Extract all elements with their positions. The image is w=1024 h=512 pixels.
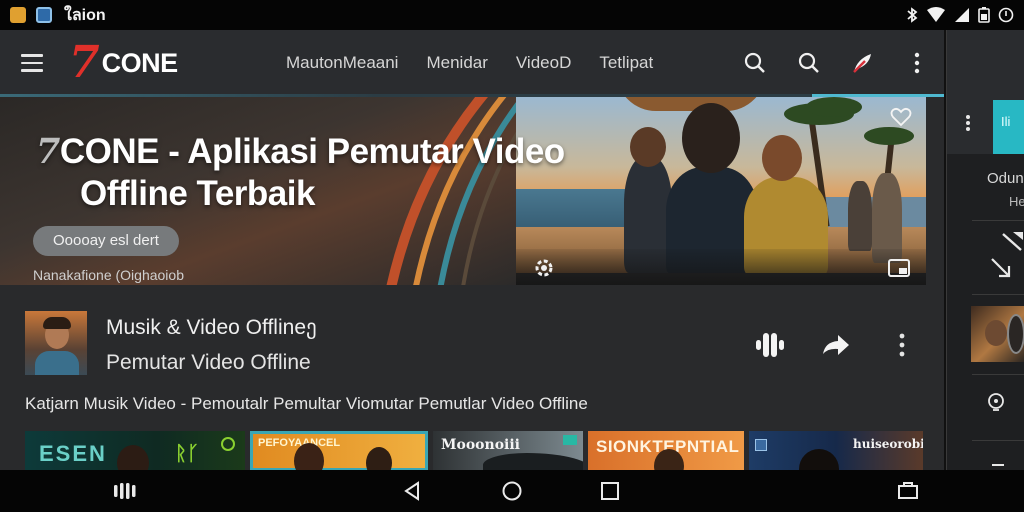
logo-mark: 7 [69, 37, 100, 88]
video-thumbnail[interactable]: Mooonoiii [433, 431, 583, 470]
hero-title-mark: 7 [36, 131, 60, 172]
playlist-description: Katjarn Musik Video - Pemoutalr Pemultar… [25, 394, 588, 413]
video-thumbnail-row: ESEN ᚱᚴ PEFOYAANCEL Mooonoiii SIONKTEPNT… [25, 431, 925, 470]
channel-avatar[interactable] [25, 311, 87, 375]
picture-in-picture-icon[interactable] [888, 259, 910, 282]
video-thumbnail[interactable]: ESEN ᚱᚴ [25, 431, 245, 470]
app-notification-icon [36, 7, 52, 23]
channel-subtitle: Pemutar Video Offline [106, 351, 311, 374]
home-icon[interactable] [482, 470, 542, 512]
feather-icon[interactable] [836, 36, 890, 90]
bluetooth-icon [906, 7, 918, 23]
window-icon[interactable] [878, 470, 938, 512]
top-nav: MautonMeaani Menidar VideoD Tetlipat [286, 30, 653, 96]
hero-controls [516, 249, 926, 285]
overview-icon[interactable] [580, 470, 640, 512]
signal-icon [954, 7, 970, 23]
share-icon[interactable] [814, 325, 858, 365]
nav-item[interactable]: Tetlipat [599, 53, 653, 73]
settings-icon[interactable] [533, 257, 555, 284]
logo-text: CONE [101, 47, 179, 78]
video-thumbnail[interactable]: PEFOYAANCEL [250, 431, 428, 470]
main-content: 7CONE - Aplikasi Pemutar Video Offline T… [0, 97, 944, 470]
app-notification-icon [10, 7, 26, 23]
nav-item[interactable]: Menidar [426, 53, 487, 73]
featured-hero[interactable]: 7CONE - Aplikasi Pemutar Video Offline T… [0, 97, 944, 285]
thumbnail-label: huiseorobie [853, 437, 923, 451]
channel-title[interactable]: Musik & Video Offlineე [106, 315, 317, 340]
heart-icon[interactable] [890, 107, 912, 132]
side-tag[interactable]: Ili [993, 100, 1024, 154]
hero-title-line2: Offline Terbaik [80, 174, 315, 213]
hero-subtitle: Nanakafione (Oighaoiob [33, 267, 184, 283]
status-title: ใลion [64, 6, 106, 24]
side-text: Odun [987, 170, 1024, 187]
hero-title: 7CONE - Aplikasi Pemutar Video Offline T… [36, 131, 676, 215]
search-icon[interactable] [728, 36, 782, 90]
side-kebab-icon[interactable] [965, 114, 971, 137]
app-logo[interactable]: 7 CONE [69, 37, 179, 88]
side-subtext: He [1009, 194, 1024, 209]
hero-title-line1: CONE - Aplikasi Pemutar Video [59, 132, 565, 171]
help-icon[interactable] [987, 392, 1005, 417]
pen-icon[interactable] [999, 230, 1024, 259]
thumbnail-label: ESEN [39, 441, 107, 466]
menu-icon[interactable] [21, 54, 43, 72]
nav-item[interactable]: MautonMeaani [286, 53, 398, 73]
audio-wave-icon[interactable] [748, 325, 792, 365]
recent-apps-icon[interactable] [96, 470, 156, 512]
hero-chip-button[interactable]: Ooooay esl dert [33, 226, 179, 256]
video-thumbnail[interactable]: huiseorobie [749, 431, 923, 470]
wifi-icon [926, 7, 946, 23]
status-bar: ใลion [0, 0, 1024, 30]
system-navigation-bar [0, 470, 1024, 512]
channel-row: Musik & Video Offlineე Pemutar Video Off… [0, 307, 944, 379]
side-video-thumbnail[interactable] [971, 306, 1024, 362]
more-icon[interactable] [880, 325, 924, 365]
top-app-bar: 7 CONE MautonMeaani Menidar VideoD Tetli… [0, 30, 944, 96]
video-thumbnail[interactable]: SIONKTEPNTIAL [588, 431, 744, 470]
nav-item[interactable]: VideoD [516, 53, 571, 73]
back-icon[interactable] [382, 470, 442, 512]
side-panel: Ili Odun He [946, 30, 1024, 470]
clock-icon [998, 7, 1014, 23]
search-icon[interactable] [782, 36, 836, 90]
thumbnail-label: Mooonoiii [441, 437, 520, 453]
arrow-icon[interactable] [989, 256, 1013, 285]
kebab-menu-icon[interactable] [890, 36, 944, 90]
battery-icon [978, 7, 990, 23]
